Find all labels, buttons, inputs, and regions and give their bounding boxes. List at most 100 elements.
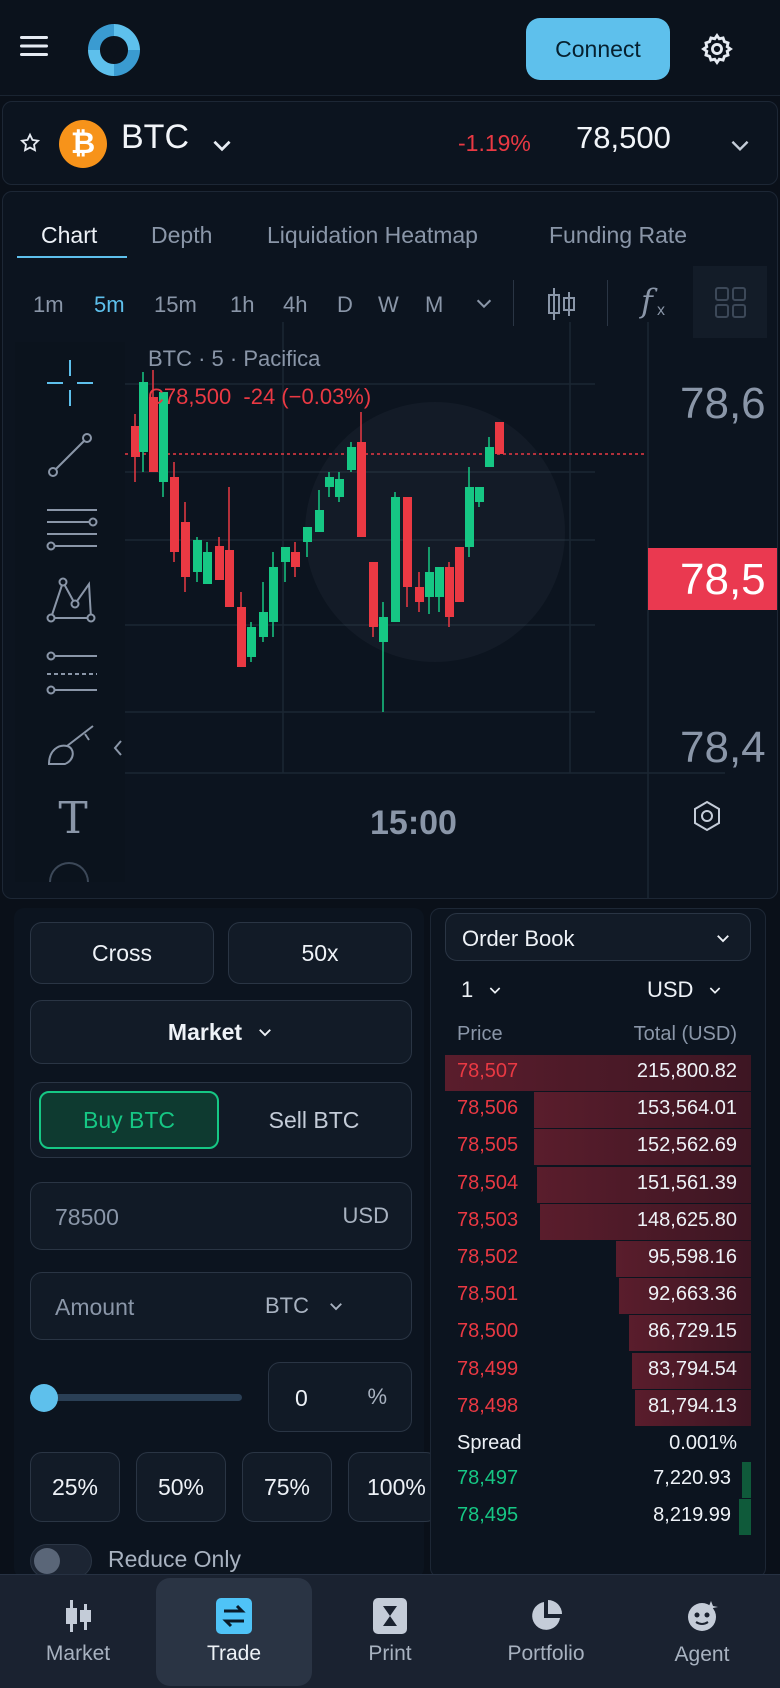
prediction-tool-icon[interactable]	[45, 648, 99, 698]
timeframe-5m[interactable]: 5m	[94, 292, 125, 318]
menu-icon[interactable]	[18, 30, 50, 62]
nav-agent[interactable]: Agent	[624, 1575, 780, 1688]
nav-trade[interactable]: Trade	[156, 1578, 312, 1686]
order-book-title: Order Book	[462, 926, 575, 951]
drawing-tools-sidebar: T	[15, 342, 125, 882]
brush-tool-icon[interactable]	[45, 722, 103, 772]
more-tools-icon[interactable]	[49, 862, 89, 882]
nav-market[interactable]: Market	[0, 1575, 156, 1688]
tick-size-value: 1	[461, 977, 474, 1002]
ticker-symbol[interactable]: BTC	[121, 118, 189, 157]
chart-settings-icon[interactable]	[694, 800, 720, 832]
candle-body	[215, 546, 224, 580]
bid-row[interactable]: 78,497 7,220.93	[445, 1460, 751, 1499]
percent-input-field[interactable]: 0 %	[268, 1362, 412, 1432]
reduce-only-knob	[34, 1548, 60, 1574]
ask-price: 78,506	[457, 1097, 519, 1120]
size-slider[interactable]	[30, 1384, 254, 1412]
ask-price: 78,500	[457, 1320, 519, 1343]
ask-row[interactable]: 78,507 215,800.82	[445, 1053, 751, 1091]
timeframe-1h[interactable]: 1h	[230, 292, 254, 318]
timeframe-chevron-down-icon[interactable]	[473, 292, 495, 314]
trend-line-icon[interactable]	[45, 430, 95, 480]
bottom-nav: Market Trade Print Portfolio Agent	[0, 1574, 780, 1688]
candle-body	[247, 627, 256, 657]
ask-row[interactable]: 78,503 148,625.80	[445, 1202, 751, 1240]
ask-row[interactable]: 78,504 151,561.39	[445, 1165, 751, 1203]
ask-row[interactable]: 78,505 152,562.69	[445, 1127, 751, 1166]
slider-track	[42, 1394, 242, 1401]
nav-portfolio-label: Portfolio	[507, 1642, 585, 1665]
agent-icon	[688, 1601, 718, 1631]
ask-row[interactable]: 78,499 83,794.54	[445, 1351, 751, 1389]
candle-body	[259, 612, 268, 637]
tab-funding-rate[interactable]: Funding Rate	[549, 222, 687, 249]
nav-portfolio[interactable]: Portfolio	[468, 1575, 624, 1688]
timeframe-15m[interactable]: 15m	[154, 292, 197, 318]
candle-body	[391, 497, 400, 622]
tab-depth[interactable]: Depth	[151, 222, 212, 249]
candle-type-icon[interactable]	[545, 284, 577, 324]
last-price-tag: 78,5	[680, 555, 766, 604]
ask-price: 78,507	[457, 1060, 519, 1082]
symbol-chevron-down-icon[interactable]	[209, 132, 235, 158]
bid-price: 78,497	[457, 1467, 519, 1490]
amount-unit-select[interactable]: BTC	[265, 1293, 345, 1319]
currency-select[interactable]: USD	[647, 977, 723, 1003]
tab-liquidation-heatmap[interactable]: Liquidation Heatmap	[267, 222, 478, 249]
timeframe-m[interactable]: M	[425, 292, 443, 318]
tick-size-select[interactable]: 1	[461, 977, 503, 1003]
ask-row[interactable]: 78,500 86,729.15	[445, 1313, 751, 1352]
text-tool-icon[interactable]: T	[51, 794, 95, 844]
ask-row[interactable]: 78,502 95,598.16	[445, 1239, 751, 1277]
percent-sign: %	[367, 1384, 387, 1409]
tick-size-chevron-icon	[489, 987, 501, 994]
price-chart[interactable]: BTC · 5 · Pacifica C78,500 -24 (−0.03%) …	[125, 322, 778, 899]
ticker-bar[interactable]: ₿ BTC -1.19% 78,500	[2, 101, 778, 185]
timeframe-4h[interactable]: 4h	[283, 292, 307, 318]
amount-unit-label: BTC	[265, 1293, 309, 1318]
ask-row[interactable]: 78,506 153,564.01	[445, 1090, 751, 1129]
candle-body	[291, 552, 300, 567]
spread-value: 0.001%	[669, 1432, 737, 1454]
price-input-field[interactable]: 78500 USD	[30, 1182, 412, 1250]
buy-button[interactable]: Buy BTC	[39, 1091, 219, 1149]
fib-lines-icon[interactable]	[45, 502, 99, 552]
tab-chart[interactable]: Chart	[41, 222, 97, 249]
leverage-button[interactable]: 50x	[228, 922, 412, 984]
reduce-only-toggle[interactable]	[30, 1544, 92, 1578]
bid-total: 7,220.93	[653, 1467, 731, 1490]
preset-75-button[interactable]: 75%	[242, 1452, 332, 1522]
ask-row[interactable]: 78,498 81,794.13	[445, 1388, 751, 1426]
preset-25-button[interactable]: 25%	[30, 1452, 120, 1522]
ask-row[interactable]: 78,501 92,663.36	[445, 1276, 751, 1315]
timeframe-w[interactable]: W	[378, 292, 399, 318]
bid-row[interactable]: 78,495 8,219.99	[445, 1497, 751, 1536]
crosshair-icon[interactable]	[45, 358, 95, 408]
favorite-star-icon[interactable]	[19, 132, 41, 154]
app-logo-icon[interactable]	[84, 20, 144, 80]
ticker-expand-chevron-icon[interactable]	[727, 132, 753, 158]
settings-gear-icon[interactable]	[700, 32, 734, 66]
preset-100-button[interactable]: 100%	[348, 1452, 438, 1522]
timeframe-d[interactable]: D	[337, 292, 353, 318]
chart-watermark-logo	[305, 402, 565, 662]
sell-button[interactable]: Sell BTC	[223, 1091, 405, 1149]
indicators-function-icon[interactable]: f x	[639, 282, 675, 326]
slider-thumb[interactable]	[30, 1384, 58, 1412]
nav-print[interactable]: Print	[312, 1575, 468, 1688]
ask-price: 78,501	[457, 1283, 519, 1306]
order-book-select[interactable]: Order Book	[445, 913, 751, 961]
timeframe-1m[interactable]: 1m	[33, 292, 64, 318]
ask-total: 81,794.13	[648, 1394, 737, 1417]
collapse-sidebar-chevron-icon[interactable]	[111, 738, 125, 758]
candle-body	[485, 447, 494, 467]
connect-button[interactable]: Connect	[526, 18, 670, 80]
amount-input-field[interactable]: Amount BTC	[30, 1272, 412, 1340]
top-header: Connect	[0, 0, 780, 96]
preset-50-button[interactable]: 50%	[136, 1452, 226, 1522]
currency-chevron-icon	[710, 987, 721, 994]
pattern-tool-icon[interactable]	[45, 574, 97, 626]
order-type-select[interactable]: Market	[30, 1000, 412, 1064]
margin-mode-button[interactable]: Cross	[30, 922, 214, 984]
